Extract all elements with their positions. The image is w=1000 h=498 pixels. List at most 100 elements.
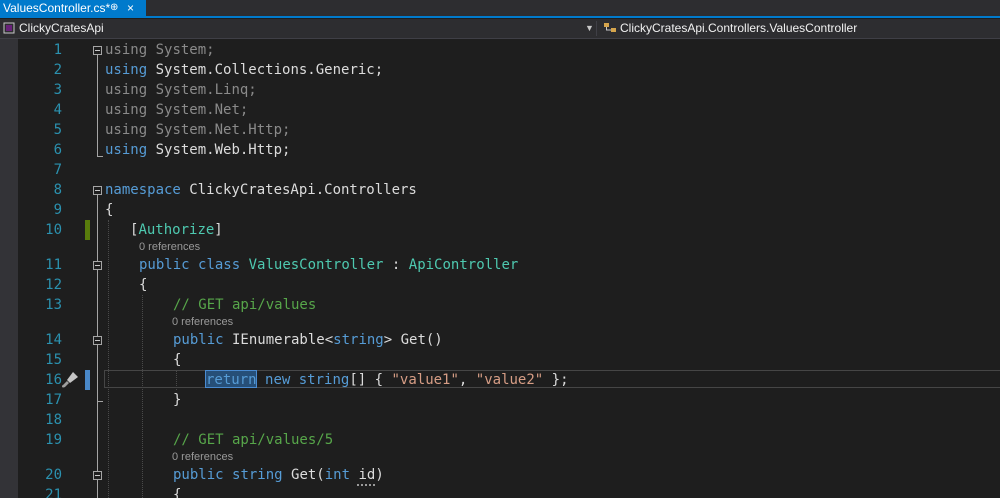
code-comment[interactable]: // GET api/values/5 — [173, 430, 333, 450]
indicator-margin — [0, 39, 18, 498]
line-number: 13 — [45, 297, 62, 313]
code-token: [] { — [349, 372, 392, 388]
code-token: IEnumerable< — [223, 332, 334, 348]
code-token: "value2" — [475, 372, 544, 388]
collapse-icon[interactable] — [93, 186, 102, 195]
code-token: "value1" — [391, 372, 459, 388]
suggestion-squiggle — [357, 484, 375, 486]
paintbrush-icon[interactable] — [60, 370, 80, 390]
line-number: 16 — [45, 372, 62, 388]
class-icon — [604, 23, 616, 32]
code-line[interactable]: { — [139, 275, 147, 295]
navigation-bar: ClickyCratesApi ▼ ClickyCratesApi.Contro… — [0, 19, 1000, 39]
tab-values-controller[interactable]: ValuesController.cs* ⊕ × — [0, 0, 146, 16]
line-number: 21 — [45, 487, 62, 498]
code-token: Get( — [282, 467, 325, 483]
codelens-references[interactable]: 0 references — [172, 450, 233, 464]
code-line[interactable]: using System.Linq; — [105, 80, 257, 100]
code-line[interactable]: [Authorize] — [130, 220, 223, 240]
outline-line — [97, 55, 98, 156]
outline-line — [97, 195, 98, 498]
code-token: }; — [543, 372, 569, 388]
indent-guide — [108, 220, 109, 498]
collapse-icon[interactable] — [93, 336, 102, 345]
code-line[interactable]: using System.Collections.Generic; — [105, 60, 383, 80]
code-token: ApiController — [408, 257, 519, 273]
change-indicator-saved — [85, 220, 90, 240]
code-token: public — [173, 467, 224, 483]
code-token: public — [173, 332, 224, 348]
code-line[interactable]: return new string[] { "value1", "value2"… — [206, 370, 569, 390]
code-line[interactable]: public string Get(int id) — [173, 465, 384, 485]
code-editor[interactable]: 1 2 3 4 5 6 7 8 9 10 11 12 13 14 15 16 1… — [0, 39, 1000, 498]
type-dropdown[interactable]: ClickyCratesApi.Controllers.ValuesContro… — [600, 19, 1000, 38]
code-token: string — [232, 467, 283, 483]
codelens-references[interactable]: 0 references — [139, 240, 200, 254]
code-token: namespace — [105, 182, 181, 198]
code-line[interactable]: using System; — [105, 40, 215, 60]
code-token: System.Net; — [147, 102, 249, 118]
code-token: > Get() — [383, 332, 443, 348]
code-token: System.Collections.Generic; — [147, 62, 384, 78]
code-line[interactable]: using System.Web.Http; — [105, 140, 290, 160]
code-token: using — [105, 142, 148, 158]
code-line[interactable]: { — [173, 485, 181, 498]
code-line[interactable]: public IEnumerable<string> Get() — [173, 330, 443, 350]
codelens-references[interactable]: 0 references — [172, 315, 233, 329]
code-token: return — [206, 372, 257, 388]
code-token: public — [139, 257, 190, 273]
code-token: ] — [214, 222, 223, 238]
code-token: using — [105, 62, 148, 78]
code-token: new — [265, 372, 291, 388]
code-line[interactable]: { — [173, 350, 181, 370]
code-line[interactable]: } — [173, 390, 181, 410]
document-tab-strip: ValuesController.cs* ⊕ × — [0, 0, 1000, 18]
line-number: 7 — [53, 162, 62, 178]
collapse-icon[interactable] — [93, 471, 102, 480]
code-token: using — [105, 102, 148, 118]
pin-icon[interactable]: ⊕ — [110, 0, 118, 16]
navbar-divider — [596, 21, 597, 36]
code-line[interactable]: using System.Net.Http; — [105, 120, 290, 140]
line-number: 19 — [45, 432, 62, 448]
code-comment[interactable]: // GET api/values — [173, 295, 316, 315]
outline-end — [97, 401, 103, 402]
code-line[interactable]: public class ValuesController : ApiContr… — [139, 255, 518, 275]
line-number: 20 — [45, 467, 62, 483]
code-line[interactable]: using System.Net; — [105, 100, 248, 120]
code-token: id — [358, 467, 376, 483]
code-token: string — [298, 372, 350, 388]
code-token: class — [198, 257, 241, 273]
code-token: using — [105, 42, 148, 58]
outline-end — [97, 156, 103, 157]
code-line[interactable]: namespace ClickyCratesApi.Controllers — [105, 180, 417, 200]
code-token: ) — [375, 467, 384, 483]
line-number: 12 — [45, 277, 62, 293]
line-number: 2 — [53, 62, 62, 78]
close-icon[interactable]: × — [127, 0, 134, 16]
line-number: 17 — [45, 392, 62, 408]
code-line[interactable]: { — [105, 200, 113, 220]
code-token: string — [333, 332, 384, 348]
code-token: System.Web.Http; — [147, 142, 291, 158]
code-token: System; — [147, 42, 215, 58]
code-token: using — [105, 122, 148, 138]
code-token: , — [458, 372, 476, 388]
project-name: ClickyCratesApi — [19, 21, 104, 35]
project-dropdown[interactable]: ClickyCratesApi ▼ — [0, 19, 596, 38]
code-token: ClickyCratesApi.Controllers — [180, 182, 417, 198]
line-number: 4 — [53, 102, 62, 118]
code-token: : — [383, 257, 409, 273]
line-number: 15 — [45, 352, 62, 368]
indent-guide — [142, 295, 143, 498]
line-number: 11 — [45, 257, 62, 273]
collapse-icon[interactable] — [93, 46, 102, 55]
collapse-icon[interactable] — [93, 261, 102, 270]
line-number: 9 — [53, 202, 62, 218]
line-number: 5 — [53, 122, 62, 138]
type-name: ClickyCratesApi.Controllers.ValuesContro… — [620, 21, 858, 35]
